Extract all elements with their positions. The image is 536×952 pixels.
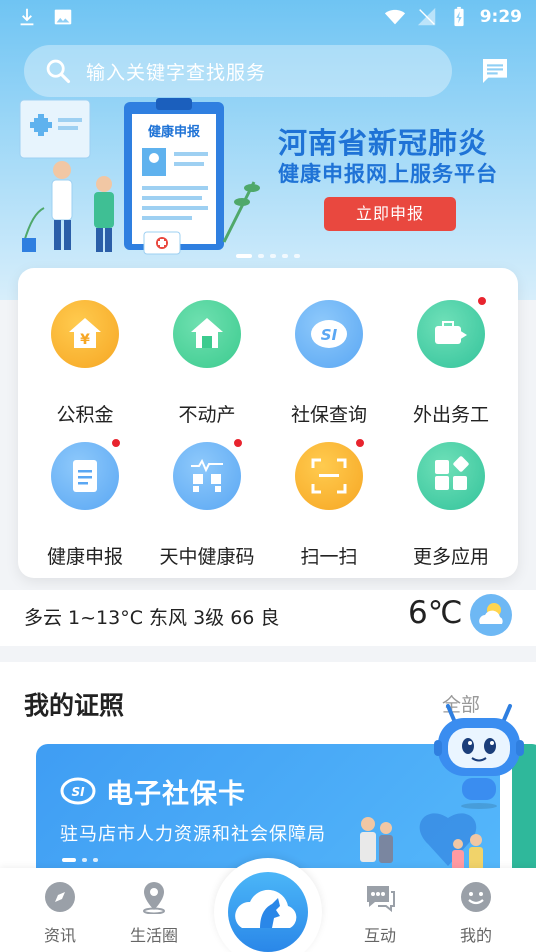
- home-center-button[interactable]: [214, 858, 322, 952]
- notification-badge: [477, 296, 487, 306]
- pagination-dot: [282, 254, 288, 258]
- house-icon: [173, 300, 241, 368]
- health-report-icon: [51, 442, 119, 510]
- service-housing-fund[interactable]: ¥ 公积金: [24, 286, 146, 426]
- card-pagination: [62, 858, 98, 862]
- chat-icon: [367, 886, 395, 913]
- more-apps-icon: [417, 442, 485, 510]
- image-icon: [54, 9, 72, 25]
- search-placeholder: 输入关键字查找服务: [86, 61, 267, 84]
- service-label: 天中健康码: [159, 546, 255, 568]
- service-scan[interactable]: 扫一扫: [268, 428, 390, 568]
- service-label: 更多应用: [412, 546, 489, 568]
- download-icon: [20, 8, 34, 26]
- pagination-dot: [82, 858, 87, 862]
- weather-temperature: 6℃: [408, 595, 463, 631]
- card-name: 电子社保卡: [106, 779, 246, 810]
- service-health-report[interactable]: 健康申报: [24, 428, 146, 568]
- tab-news[interactable]: 资讯: [20, 880, 100, 946]
- horse-cloud-logo-icon: [228, 872, 308, 952]
- battery-icon: [454, 6, 464, 27]
- svg-text:¥: ¥: [80, 332, 90, 348]
- pagination-dot: [93, 858, 98, 862]
- yuan-house-icon: ¥: [51, 300, 119, 368]
- smiley-icon: [461, 882, 491, 912]
- banner-subtitle: 健康申报网上服务平台: [278, 162, 498, 186]
- service-label: 外出务工: [412, 404, 489, 426]
- wifi-icon: [384, 9, 405, 25]
- search-bar[interactable]: 输入关键字查找服务: [24, 45, 452, 97]
- robot-assistant-icon[interactable]: [432, 700, 526, 810]
- service-more-apps[interactable]: 更多应用: [390, 428, 512, 568]
- tab-interaction[interactable]: 互动: [340, 880, 420, 946]
- compass-icon: [45, 882, 75, 912]
- search-icon: [46, 59, 71, 84]
- signal-icon: [417, 7, 435, 26]
- svg-text:SI: SI: [71, 785, 85, 799]
- notification-badge: [355, 438, 365, 448]
- service-health-code[interactable]: 天中健康码: [146, 428, 268, 568]
- pagination-dot: [294, 254, 300, 258]
- tab-label: 生活圈: [129, 926, 178, 945]
- tab-mine[interactable]: 我的: [436, 880, 516, 946]
- service-label: 社保查询: [290, 404, 367, 426]
- scan-icon: [295, 442, 363, 510]
- svg-text:健康申报: 健康申报: [148, 124, 201, 140]
- status-time: 9:29: [479, 7, 522, 27]
- service-label: 健康申报: [46, 546, 123, 568]
- weather-description: 多云 1~13°C 东风 3级 66 良: [24, 607, 280, 629]
- section-title: 我的证照: [24, 691, 125, 720]
- tab-label: 资讯: [43, 926, 76, 945]
- pagination-dot: [270, 254, 276, 258]
- service-real-estate[interactable]: 不动产: [146, 286, 268, 426]
- briefcase-icon: [417, 300, 485, 368]
- notification-badge: [111, 438, 121, 448]
- si-icon: SI: [295, 300, 363, 368]
- pagination-dot-active: [62, 858, 76, 862]
- tab-life-circle[interactable]: 生活圈: [114, 880, 194, 946]
- pagination-dot: [258, 254, 264, 258]
- service-label: 扫一扫: [300, 546, 358, 568]
- service-label: 公积金: [56, 404, 114, 426]
- tab-label: 互动: [363, 926, 396, 945]
- tab-label: 我的: [459, 926, 492, 945]
- qr-code-icon: [173, 442, 241, 510]
- svg-text:SI: SI: [321, 326, 338, 344]
- weather-bar[interactable]: 多云 1~13°C 东风 3级 66 良 6℃: [0, 590, 536, 646]
- banner-title: 河南省新冠肺炎: [278, 126, 489, 160]
- health-report-illustration: 健康申报: [19, 98, 260, 255]
- location-pin-icon: [143, 882, 165, 915]
- services-grid: ¥ 公积金 不动产 SI 社保查询 外出务工 健康申报 天中健康码 扫一扫 更多…: [18, 268, 518, 578]
- status-bar: 9:29: [0, 0, 536, 36]
- apply-now-button[interactable]: 立即申报: [324, 197, 456, 231]
- si-logo-icon: SI: [60, 777, 96, 805]
- service-social-security[interactable]: SI 社保查询: [268, 286, 390, 426]
- service-migrant-work[interactable]: 外出务工: [390, 286, 512, 426]
- hero-banner: 9:29 输入关键字查找服务 健康申报 河南省新冠肺炎 健康申报网上服务平台 立…: [0, 0, 536, 300]
- card-org: 驻马店市人力资源和社会保障局: [60, 824, 326, 845]
- cloudy-icon: [470, 594, 512, 636]
- banner-pagination: [236, 254, 300, 258]
- pagination-dot-active: [236, 254, 252, 258]
- notification-badge: [233, 438, 243, 448]
- message-icon[interactable]: [478, 55, 512, 87]
- service-label: 不动产: [178, 404, 236, 426]
